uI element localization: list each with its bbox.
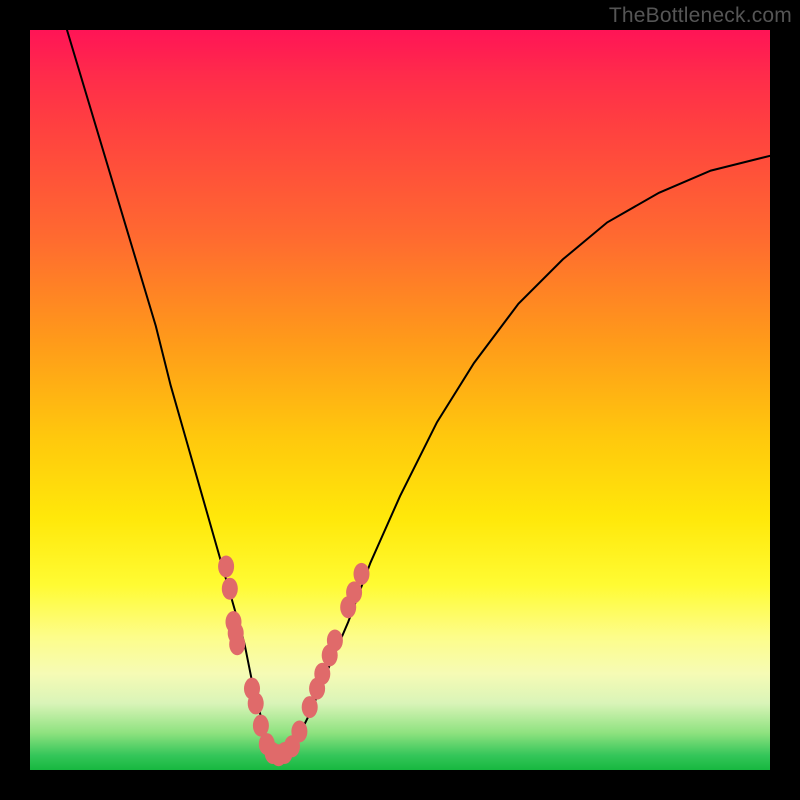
chart-frame: TheBottleneck.com <box>0 0 800 800</box>
marker-dot <box>291 721 307 743</box>
marker-dot <box>314 663 330 685</box>
marker-dot <box>222 578 238 600</box>
watermark-text: TheBottleneck.com <box>609 4 792 28</box>
bottleneck-curve <box>67 30 770 755</box>
marker-dot <box>346 581 362 603</box>
marker-dot <box>248 692 264 714</box>
marker-dot <box>218 556 234 578</box>
plot-area <box>30 30 770 770</box>
marker-dot <box>229 633 245 655</box>
curve-markers <box>218 556 369 767</box>
curve-svg <box>30 30 770 770</box>
marker-dot <box>354 563 370 585</box>
marker-dot <box>302 696 318 718</box>
marker-dot <box>327 630 343 652</box>
